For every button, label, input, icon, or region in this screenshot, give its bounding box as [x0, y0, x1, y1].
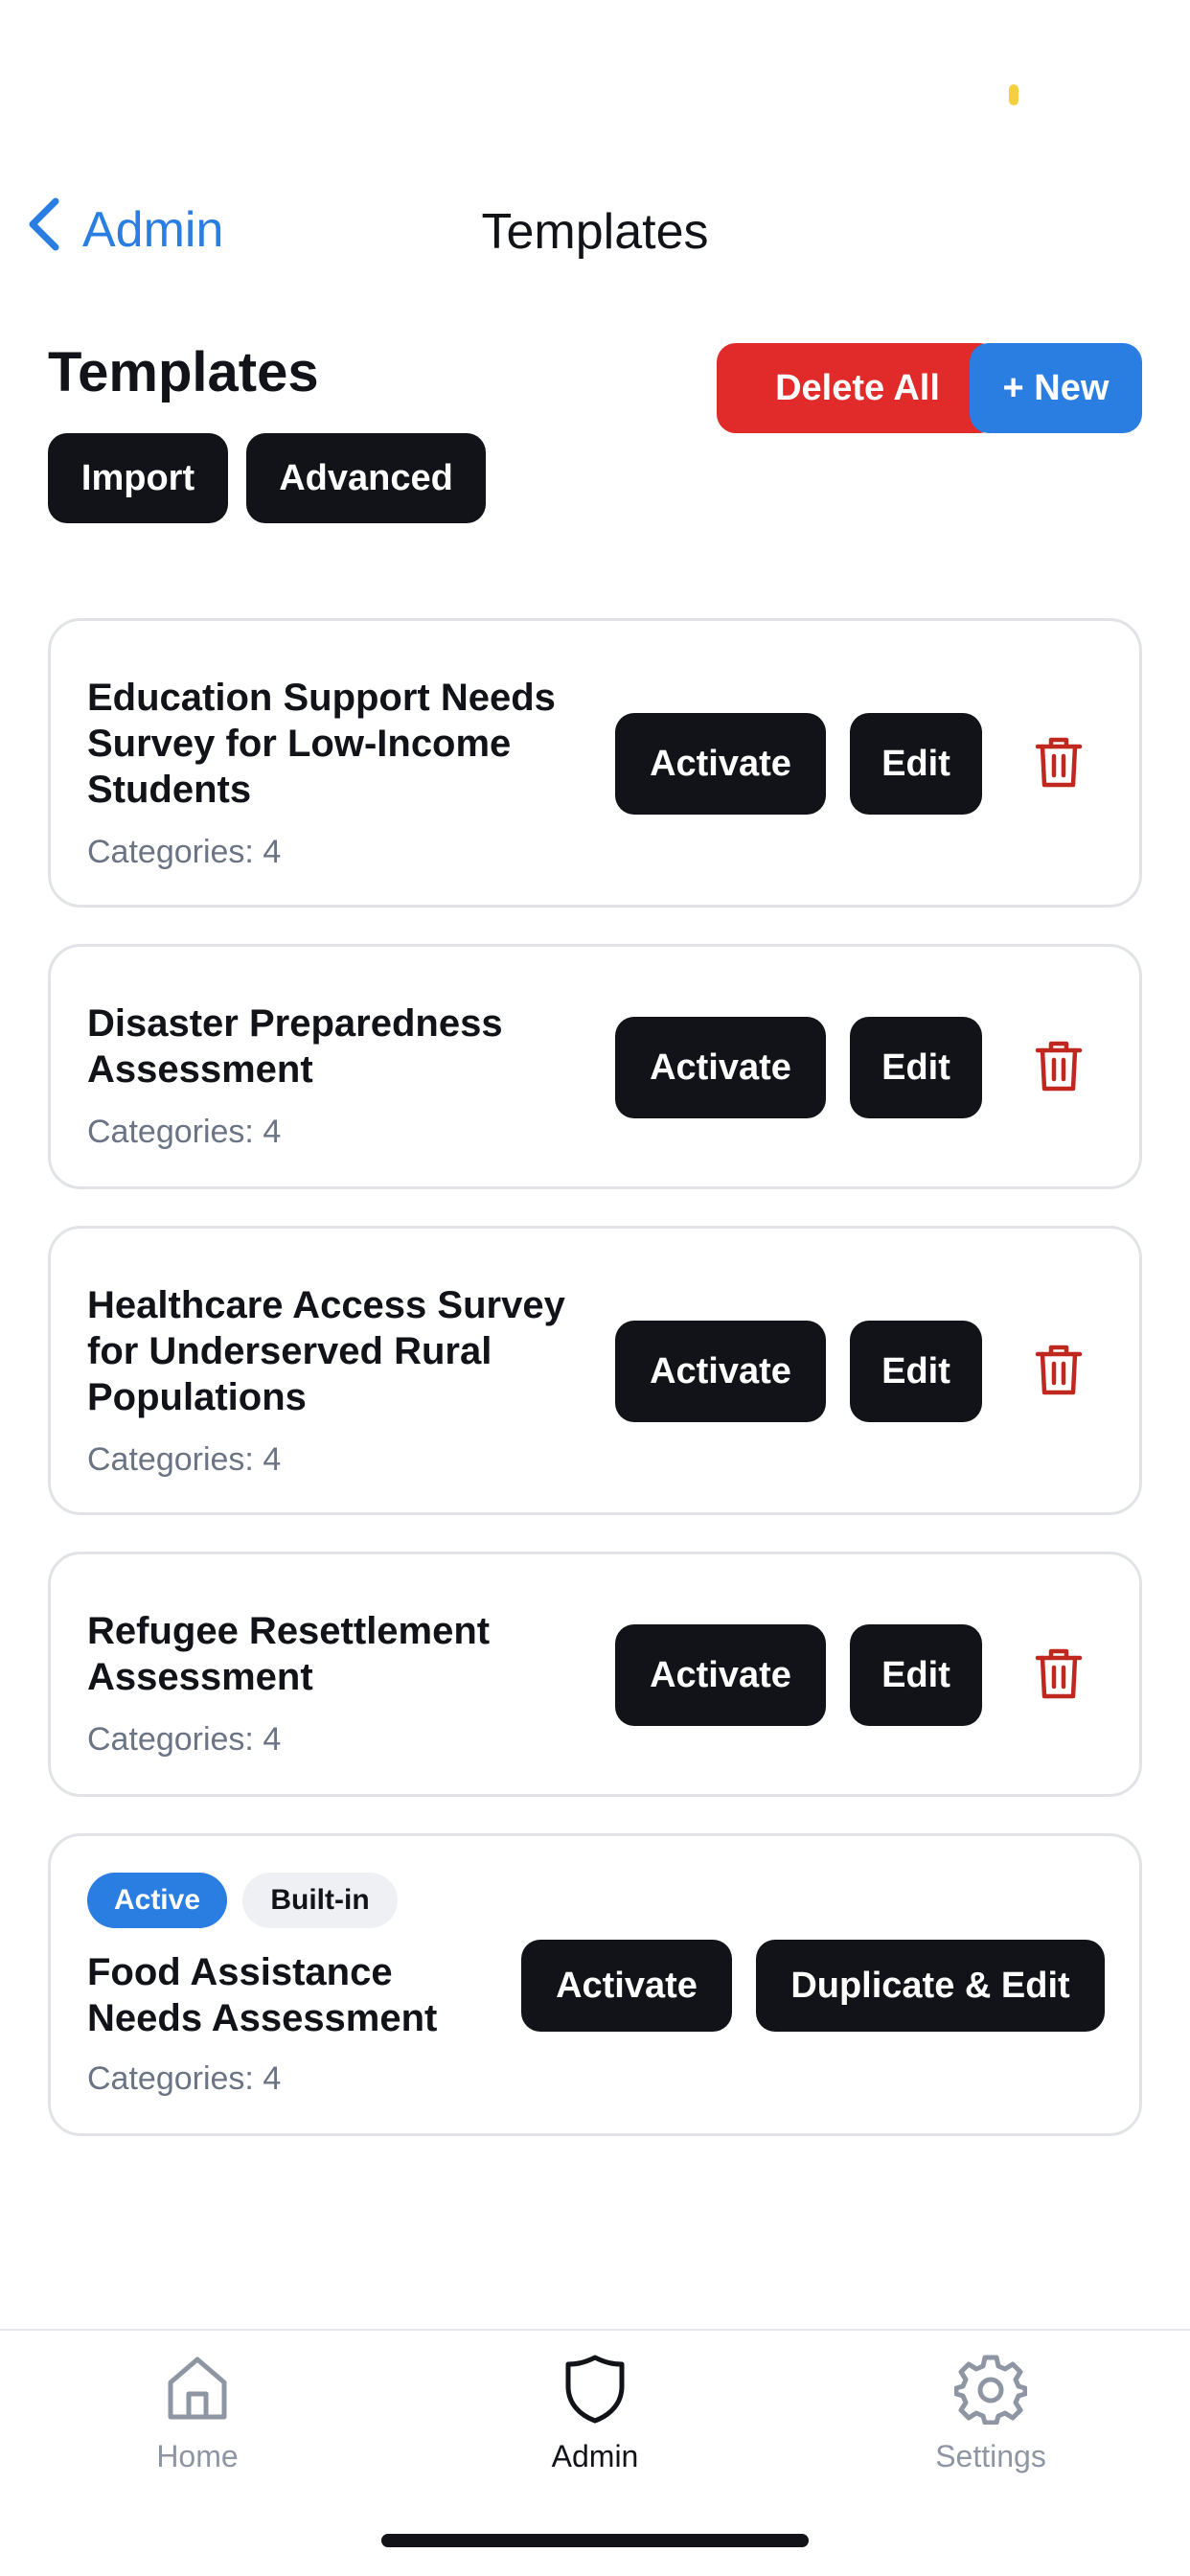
- edit-button[interactable]: Edit: [850, 1321, 982, 1422]
- activate-button[interactable]: Activate: [521, 1940, 732, 2032]
- template-title: Refugee Resettlement Assessment: [87, 1610, 491, 1698]
- trash-icon: [1035, 735, 1083, 794]
- delete-template-button[interactable]: [1030, 1343, 1087, 1400]
- trash-icon: [1035, 1039, 1083, 1097]
- tab-settings-label: Settings: [935, 2439, 1046, 2473]
- activate-button[interactable]: Activate: [615, 713, 826, 815]
- duplicate-edit-button[interactable]: Duplicate & Edit: [756, 1940, 1105, 2032]
- activate-button[interactable]: Activate: [615, 1624, 826, 1726]
- gear-icon: [953, 2352, 1028, 2429]
- template-title: Disaster Preparedness Assessment: [87, 1002, 503, 1091]
- tab-admin[interactable]: Admin: [480, 2352, 710, 2496]
- template-title: Education Support Needs Survey for Low-I…: [87, 677, 556, 811]
- template-categories: Categories: 4: [87, 1721, 282, 1758]
- home-indicator: [381, 2534, 809, 2547]
- template-categories: Categories: 4: [87, 834, 282, 870]
- delete-template-button[interactable]: [1030, 1039, 1087, 1096]
- edit-button[interactable]: Edit: [850, 713, 982, 815]
- nav-title: Templates: [481, 204, 709, 260]
- trash-icon: [1035, 1343, 1083, 1401]
- template-categories: Categories: 4: [87, 2060, 282, 2097]
- tab-settings[interactable]: Settings: [876, 2352, 1106, 2496]
- template-card: Refugee Resettlement Assessment Categori…: [48, 1552, 1142, 1797]
- template-card: Education Support Needs Survey for Low-I…: [48, 618, 1142, 908]
- template-card-builtin: Active Built-in Food Assistance Needs As…: [48, 1833, 1142, 2136]
- delete-all-button[interactable]: Delete All: [717, 343, 998, 433]
- recording-indicator: [1009, 84, 1018, 105]
- tab-admin-label: Admin: [551, 2439, 639, 2473]
- shield-icon: [559, 2352, 631, 2429]
- template-title: Food Assistance Needs Assessment: [87, 1951, 438, 2039]
- template-title: Healthcare Access Survey for Underserved…: [87, 1284, 565, 1418]
- home-icon: [161, 2352, 234, 2429]
- template-card: Healthcare Access Survey for Underserved…: [48, 1226, 1142, 1515]
- page-header: Templates Delete All + New Import Advanc…: [48, 340, 1142, 532]
- activate-button[interactable]: Activate: [615, 1017, 826, 1118]
- delete-template-button[interactable]: [1030, 1646, 1087, 1704]
- builtin-badge: Built-in: [242, 1873, 398, 1928]
- template-card: Disaster Preparedness Assessment Categor…: [48, 944, 1142, 1189]
- navigation-bar: Admin Templates: [0, 182, 1190, 278]
- delete-template-button[interactable]: [1030, 735, 1087, 793]
- trash-icon: [1035, 1646, 1083, 1705]
- template-categories: Categories: 4: [87, 1441, 282, 1478]
- advanced-button[interactable]: Advanced: [246, 433, 486, 523]
- import-button[interactable]: Import: [48, 433, 228, 523]
- template-categories: Categories: 4: [87, 1114, 282, 1150]
- tab-home[interactable]: Home: [82, 2352, 312, 2496]
- edit-button[interactable]: Edit: [850, 1624, 982, 1726]
- active-badge: Active: [87, 1873, 227, 1928]
- page-title: Templates: [48, 341, 319, 403]
- new-template-button[interactable]: + New: [970, 343, 1142, 433]
- edit-button[interactable]: Edit: [850, 1017, 982, 1118]
- tab-home-label: Home: [156, 2439, 239, 2473]
- activate-button[interactable]: Activate: [615, 1321, 826, 1422]
